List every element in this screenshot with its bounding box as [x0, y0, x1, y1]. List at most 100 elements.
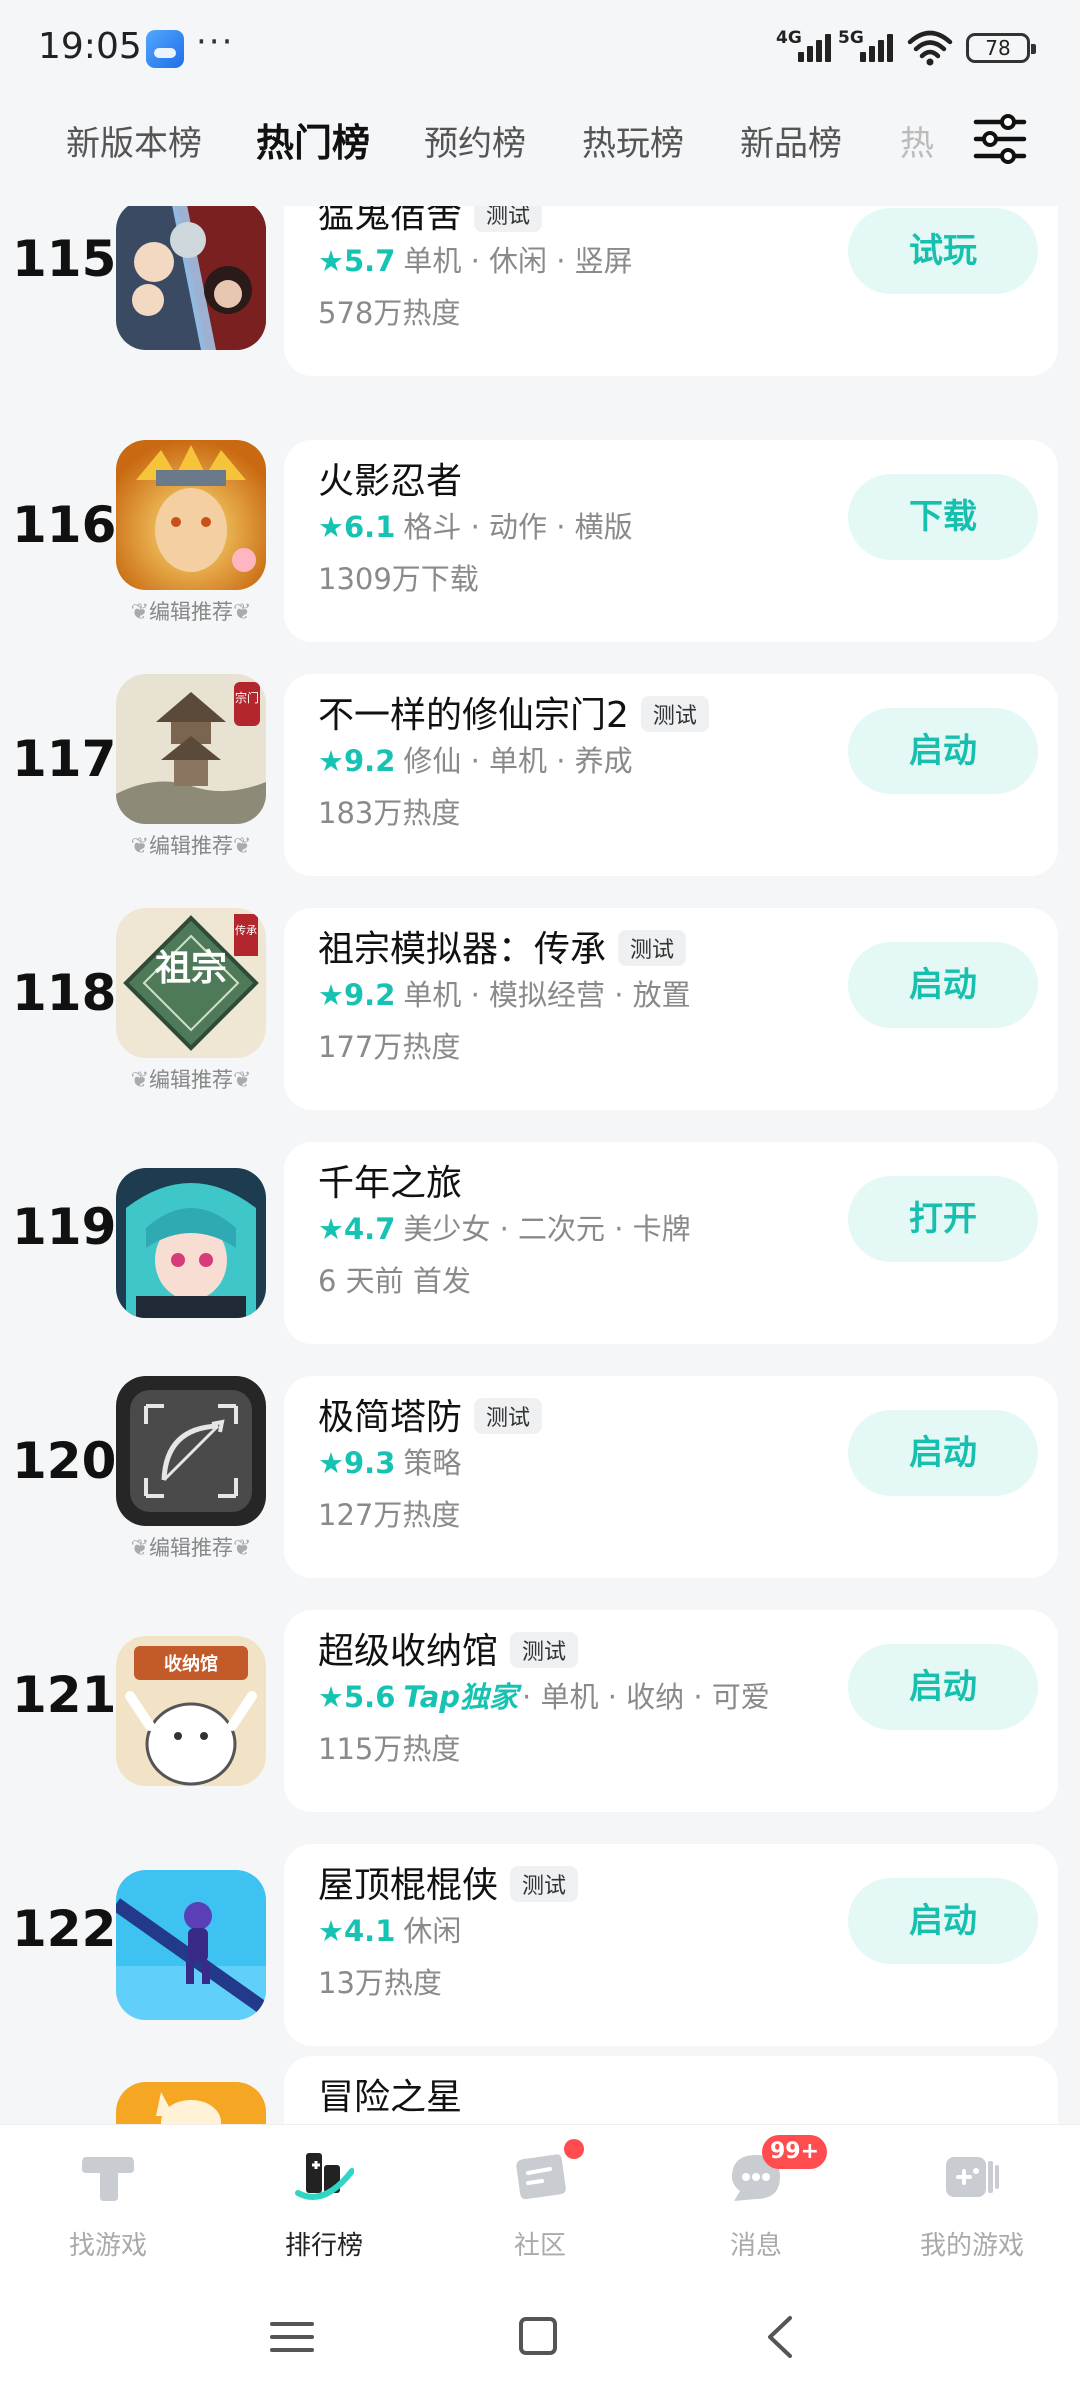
launch-button[interactable]: 启动	[848, 1644, 1038, 1730]
game-icon-adventure-star[interactable]	[116, 2082, 266, 2124]
ranking-list: 115 猛鬼宿舍 测试 ★5.7 单机 · 休闲 · 竖屏 578万热度 试玩 11…	[0, 206, 1080, 2124]
rating-score: ★9.2	[318, 978, 396, 1012]
game-meta: ★4.1 休闲	[318, 1914, 462, 1948]
nav-label: 我的游戏	[919, 2231, 1024, 2261]
game-popularity: 127万热度	[318, 1498, 461, 1532]
game-meta: ★5.7 单机 · 休闲 · 竖屏	[318, 244, 633, 278]
game-card[interactable]: 千年之旅 ★4.7 美少女 · 二次元 · 卡牌 6 天前 首发 打开	[284, 1142, 1058, 1344]
launch-button[interactable]: 启动	[848, 1410, 1038, 1496]
recent-apps-icon[interactable]	[262, 2312, 322, 2362]
game-card[interactable]: 屋顶棍棍侠 测试 ★4.1 休闲 13万热度 启动	[284, 1844, 1058, 2046]
game-name: 火影忍者	[318, 461, 463, 502]
game-name: 猛鬼宿舍 测试	[318, 206, 543, 238]
nav-ranking[interactable]: 排行榜	[216, 2125, 432, 2275]
rank-number: 120	[12, 1432, 117, 1490]
list-item: 121 收纳馆 超级收纳馆 测试 ★5.6 Tap独家 · 单机 · 收纳 · 可爱 …	[0, 1610, 1080, 1812]
trial-button[interactable]: 试玩	[848, 208, 1038, 294]
rating-score: ★9.3	[318, 1446, 396, 1480]
test-badge: 测试	[510, 1632, 579, 1668]
status-bar: 19:05 ··· 4G 5G 78	[0, 0, 1080, 96]
weather-app-icon	[146, 30, 184, 68]
test-badge: 测试	[510, 1866, 579, 1902]
nav-messages[interactable]: 99+ 消息	[648, 2125, 864, 2275]
launch-button[interactable]: 启动	[848, 1878, 1038, 1964]
svg-text:传承: 传承	[235, 924, 257, 937]
game-popularity: 177万热度	[318, 1030, 461, 1064]
nav-label: 排行榜	[284, 2231, 363, 2261]
game-card[interactable]: 超级收纳馆 测试 ★5.6 Tap独家 · 单机 · 收纳 · 可爱 115万热度 启…	[284, 1610, 1058, 1812]
game-icon-rooftop-stick-hero[interactable]	[116, 1870, 266, 2020]
game-card[interactable]: 祖宗模拟器：传承 测试 ★9.2 单机 · 模拟经营 · 放置 177万热度 启动	[284, 908, 1058, 1110]
tab-reservation[interactable]: 预约榜	[424, 116, 526, 165]
open-button[interactable]: 打开	[848, 1176, 1038, 1262]
launch-button[interactable]: 启动	[848, 942, 1038, 1028]
game-icon-ancestor-simulator[interactable]: 祖宗 传承	[116, 908, 266, 1058]
rating-score: ★4.1	[318, 1914, 396, 1948]
game-icon-naruto[interactable]	[116, 440, 266, 590]
list-item: 117 宗门 ❦编辑推荐❦ 不一样的修仙宗门2 测试 ★9.2 修仙 · 单机 · …	[0, 674, 1080, 876]
rating-score: ★9.2	[318, 744, 396, 778]
tab-new-version[interactable]: 新版本榜	[66, 116, 202, 165]
game-card[interactable]: 冒险之星	[284, 2056, 1058, 2124]
editor-pick-tag: ❦编辑推荐❦	[130, 834, 252, 859]
game-name: 屋顶棍棍侠 测试	[318, 1856, 579, 1908]
game-icon-minimal-tower-defense[interactable]	[116, 1376, 266, 1526]
list-item: 122 屋顶棍棍侠 测试 ★4.1 休闲 13万热度 启动	[0, 1844, 1080, 2046]
game-downloads: 1309万下载	[318, 562, 479, 596]
game-icon-super-storage[interactable]: 收纳馆	[116, 1636, 266, 1786]
ranking-icon	[295, 2153, 354, 2200]
bottom-navigation: 找游戏 排行榜 社区 99+ 消息 我的游戏	[0, 2124, 1080, 2274]
rating-score: ★5.6	[318, 1680, 396, 1714]
tab-hot-play[interactable]: 热玩榜	[582, 116, 684, 165]
game-meta: ★4.7 美少女 · 二次元 · 卡牌	[318, 1212, 691, 1246]
filter-settings-icon[interactable]	[972, 112, 1028, 166]
game-release-date: 6 天前 首发	[318, 1264, 471, 1298]
my-games-icon	[946, 2157, 999, 2197]
game-card[interactable]: 不一样的修仙宗门2 测试 ★9.2 修仙 · 单机 · 养成 183万热度 启动	[284, 674, 1058, 876]
wifi-icon	[907, 30, 953, 66]
svg-text:收纳馆: 收纳馆	[164, 1653, 218, 1675]
home-icon[interactable]	[508, 2312, 568, 2362]
game-meta: ★6.1 格斗 · 动作 · 横版	[318, 510, 633, 544]
more-notifications-indicator: ···	[196, 22, 235, 62]
nav-label: 找游戏	[68, 2231, 147, 2261]
game-popularity: 183万热度	[318, 796, 461, 830]
status-time: 19:05	[38, 26, 142, 67]
game-name: 冒险之星	[318, 2077, 463, 2118]
game-name: 祖宗模拟器：传承 测试	[318, 920, 687, 972]
game-name: 超级收纳馆 测试	[318, 1622, 579, 1674]
game-icon-cultivation-sect[interactable]: 宗门	[116, 674, 266, 824]
editor-pick-tag: ❦编辑推荐❦	[130, 600, 252, 625]
editor-pick-tag: ❦编辑推荐❦	[130, 1536, 252, 1561]
back-icon[interactable]	[752, 2312, 812, 2362]
community-icon	[516, 2154, 566, 2200]
list-item: 116 ❦编辑推荐❦ 火影忍者 ★6.1 格斗 · 动作 · 横版 1309万下载…	[0, 440, 1080, 642]
game-icon-ghost-dorm[interactable]	[116, 206, 266, 350]
rating-score: ★4.7	[318, 1212, 396, 1246]
nav-community[interactable]: 社区	[432, 2125, 648, 2275]
editor-pick-tag: ❦编辑推荐❦	[130, 1068, 252, 1093]
game-card[interactable]: 极简塔防 测试 ★9.3 策略 127万热度 启动	[284, 1376, 1058, 1578]
game-popularity: 13万热度	[318, 1966, 442, 2000]
nav-find-games[interactable]: 找游戏	[0, 2125, 216, 2275]
rank-number: 115	[12, 230, 117, 288]
tab-more-truncated[interactable]: 热	[900, 116, 934, 165]
test-badge: 测试	[640, 696, 709, 732]
rank-number: 119	[12, 1198, 117, 1256]
launch-button[interactable]: 启动	[848, 708, 1038, 794]
download-button[interactable]: 下载	[848, 474, 1038, 560]
game-name: 极简塔防 测试	[318, 1388, 543, 1440]
rank-number: 122	[12, 1900, 117, 1958]
svg-text:宗门: 宗门	[235, 690, 259, 705]
signal-5g-icon: 5G	[838, 28, 900, 64]
tab-new-product[interactable]: 新品榜	[740, 116, 842, 165]
rank-number: 121	[12, 1666, 117, 1724]
game-card[interactable]: 猛鬼宿舍 测试 ★5.7 单机 · 休闲 · 竖屏 578万热度 试玩	[284, 206, 1058, 376]
list-item: 冒险之星	[0, 2056, 1080, 2124]
game-meta: ★9.2 单机 · 模拟经营 · 放置	[318, 978, 691, 1012]
game-card[interactable]: 火影忍者 ★6.1 格斗 · 动作 · 横版 1309万下载 下载	[284, 440, 1058, 642]
game-name: 千年之旅	[318, 1163, 463, 1204]
tab-hot[interactable]: 热门榜	[251, 112, 375, 169]
nav-my-games[interactable]: 我的游戏	[864, 2125, 1080, 2275]
game-icon-millennium-journey[interactable]	[116, 1168, 266, 1318]
